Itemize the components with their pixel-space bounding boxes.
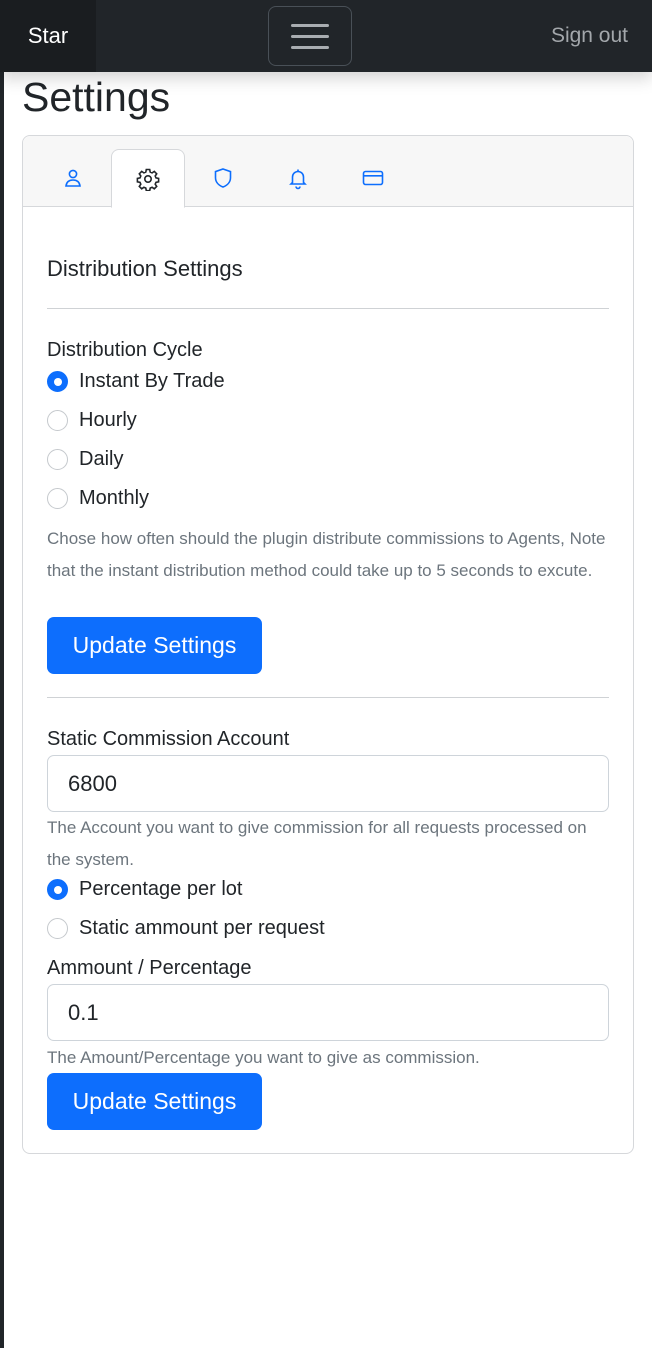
radio-button[interactable]	[47, 879, 68, 900]
distribution-cycle-label: Distribution Cycle	[47, 339, 203, 361]
tab-notifications[interactable]	[261, 149, 335, 207]
radio-monthly[interactable]: Monthly	[47, 487, 149, 510]
radio-label: Static ammount per request	[79, 917, 325, 939]
update-commission-button[interactable]: Update Settings	[47, 1073, 262, 1130]
radio-label: Percentage per lot	[79, 878, 243, 900]
radio-hourly[interactable]: Hourly	[47, 409, 137, 432]
radio-label: Daily	[79, 448, 124, 470]
amount-help-text: The Amount/Percentage you want to give a…	[47, 1048, 480, 1067]
hamburger-icon-bar	[291, 23, 329, 27]
tab-billing[interactable]	[336, 149, 410, 207]
bell-icon	[289, 169, 307, 190]
radio-button[interactable]	[47, 371, 68, 392]
radio-daily[interactable]: Daily	[47, 448, 123, 471]
settings-card: Distribution Settings Distribution Cycle…	[22, 135, 634, 1154]
sign-out-link[interactable]: Sign out	[551, 0, 628, 72]
radio-button[interactable]	[47, 410, 68, 431]
radio-static-amount-per-request[interactable]: Static ammount per request	[47, 917, 325, 940]
page-title: Settings	[22, 74, 171, 120]
shield-icon	[214, 168, 232, 188]
radio-label: Instant By Trade	[79, 370, 225, 392]
radio-label: Hourly	[79, 409, 137, 431]
radio-button[interactable]	[47, 918, 68, 939]
navbar: Star Sign out	[0, 0, 652, 72]
left-edge	[0, 0, 4, 1348]
navbar-toggler-button[interactable]	[268, 6, 352, 66]
amount-percentage-label: Ammount / Percentage	[47, 957, 252, 979]
update-distribution-button[interactable]: Update Settings	[47, 617, 262, 674]
account-help-text: The Account you want to give commission …	[47, 818, 587, 869]
radio-percentage-per-lot[interactable]: Percentage per lot	[47, 878, 242, 901]
gear-icon	[136, 168, 160, 191]
amount-percentage-input[interactable]: 0.1	[47, 984, 609, 1041]
section-title-distribution: Distribution Settings	[47, 256, 243, 281]
radio-label: Monthly	[79, 487, 150, 509]
tab-bar	[23, 136, 633, 208]
person-icon	[65, 169, 81, 187]
navbar-brand[interactable]: Star	[0, 0, 96, 72]
divider	[47, 697, 609, 698]
radio-instant-by-trade[interactable]: Instant By Trade	[47, 370, 225, 393]
credit-card-icon	[362, 170, 384, 186]
hamburger-icon-bar	[291, 45, 329, 49]
radio-button[interactable]	[47, 449, 68, 470]
hamburger-icon-bar	[291, 34, 329, 38]
distribution-help-text: Chose how often should the plugin distri…	[47, 529, 606, 580]
tab-security[interactable]	[186, 149, 260, 207]
tab-profile[interactable]	[36, 149, 110, 207]
divider	[47, 308, 609, 309]
static-commission-account-label: Static Commission Account	[47, 728, 290, 750]
tab-settings[interactable]	[111, 149, 185, 208]
static-commission-account-input[interactable]: 6800	[47, 755, 609, 812]
radio-button[interactable]	[47, 488, 68, 509]
